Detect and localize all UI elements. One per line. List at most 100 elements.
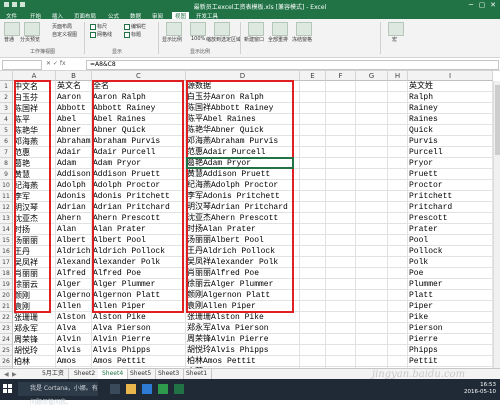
- table-cell[interactable]: [356, 180, 388, 191]
- row-header[interactable]: 10: [0, 180, 13, 191]
- table-cell[interactable]: Alfred: [56, 268, 92, 279]
- table-cell[interactable]: Pollock: [408, 246, 493, 257]
- table-cell[interactable]: [356, 92, 388, 103]
- table-cell[interactable]: Alger: [56, 279, 92, 290]
- table-cell[interactable]: Adam: [56, 158, 92, 169]
- table-cell[interactable]: [300, 290, 326, 301]
- table-cell[interactable]: [388, 323, 408, 334]
- table-cell[interactable]: Ahern: [56, 213, 92, 224]
- table-cell[interactable]: Raines: [408, 114, 493, 125]
- table-cell[interactable]: [356, 345, 388, 356]
- table-cell[interactable]: Alvis Phipps: [92, 345, 186, 356]
- table-cell[interactable]: Abel: [56, 114, 92, 125]
- table-cell[interactable]: Alston: [56, 312, 92, 323]
- column-header[interactable]: B: [56, 71, 92, 81]
- table-cell[interactable]: [388, 279, 408, 290]
- table-cell[interactable]: [300, 268, 326, 279]
- column-header[interactable]: E: [300, 71, 326, 81]
- table-cell[interactable]: [388, 81, 408, 92]
- table-cell[interactable]: [356, 279, 388, 290]
- row-header[interactable]: 11: [0, 191, 13, 202]
- table-cell[interactable]: [326, 147, 356, 158]
- table-cell[interactable]: Adonis: [56, 191, 92, 202]
- table-cell[interactable]: [356, 323, 388, 334]
- table-cell[interactable]: Purvis: [408, 136, 493, 147]
- table-cell[interactable]: Addison: [56, 169, 92, 180]
- sheet-tab[interactable]: Sheet3: [154, 369, 185, 379]
- table-cell[interactable]: [326, 136, 356, 147]
- sheet-tab[interactable]: Sheet2: [70, 369, 101, 379]
- table-cell[interactable]: [300, 202, 326, 213]
- table-cell[interactable]: [326, 191, 356, 202]
- table-cell[interactable]: Piper: [408, 301, 493, 312]
- column-header[interactable]: F: [326, 71, 356, 81]
- scrollbar-thumb[interactable]: [495, 85, 500, 155]
- table-cell[interactable]: Adair: [56, 147, 92, 158]
- table-cell[interactable]: [388, 345, 408, 356]
- table-cell[interactable]: [388, 103, 408, 114]
- table-cell[interactable]: Quick: [408, 125, 493, 136]
- table-cell[interactable]: [326, 345, 356, 356]
- table-cell[interactable]: [356, 290, 388, 301]
- table-cell[interactable]: [300, 323, 326, 334]
- table-cell[interactable]: [356, 235, 388, 246]
- table-cell[interactable]: Abraham: [56, 136, 92, 147]
- table-cell[interactable]: Pool: [408, 235, 493, 246]
- table-cell[interactable]: [388, 202, 408, 213]
- table-cell[interactable]: Alan: [56, 224, 92, 235]
- task-view-icon[interactable]: [110, 384, 120, 394]
- table-cell[interactable]: [356, 158, 388, 169]
- select-all-corner[interactable]: [0, 71, 13, 81]
- table-cell[interactable]: Platt: [408, 290, 493, 301]
- table-cell[interactable]: Polk: [408, 257, 493, 268]
- row-header[interactable]: 9: [0, 169, 13, 180]
- table-cell[interactable]: 张珊珊: [13, 312, 56, 323]
- zoom-selection-icon[interactable]: [214, 22, 230, 36]
- table-cell[interactable]: Pettit: [408, 356, 493, 367]
- row-header[interactable]: 20: [0, 290, 13, 301]
- table-cell[interactable]: [388, 257, 408, 268]
- table-cell[interactable]: [356, 301, 388, 312]
- table-cell[interactable]: [326, 312, 356, 323]
- zoom-icon[interactable]: [166, 22, 182, 36]
- row-header[interactable]: 12: [0, 202, 13, 213]
- table-cell[interactable]: [326, 235, 356, 246]
- tab-view[interactable]: 视图: [172, 12, 190, 20]
- wechat-icon[interactable]: [158, 384, 168, 394]
- table-cell[interactable]: Alvin Pierre: [92, 334, 186, 345]
- table-cell[interactable]: Pike: [408, 312, 493, 323]
- table-cell[interactable]: [388, 147, 408, 158]
- row-header[interactable]: 24: [0, 334, 13, 345]
- table-cell[interactable]: [300, 158, 326, 169]
- table-cell[interactable]: Albert: [56, 235, 92, 246]
- table-cell[interactable]: [356, 147, 388, 158]
- table-cell[interactable]: Alvis: [56, 345, 92, 356]
- row-header[interactable]: 22: [0, 312, 13, 323]
- column-header[interactable]: G: [356, 71, 388, 81]
- sheet-tab[interactable]: 5月工资: [38, 369, 69, 379]
- table-cell[interactable]: [300, 235, 326, 246]
- row-header[interactable]: 3: [0, 103, 13, 114]
- row-header[interactable]: 16: [0, 246, 13, 257]
- table-cell[interactable]: [326, 81, 356, 92]
- table-cell[interactable]: [300, 356, 326, 367]
- browser-icon[interactable]: [142, 384, 152, 394]
- table-cell[interactable]: Adrian: [56, 202, 92, 213]
- table-cell[interactable]: Phipps: [408, 345, 493, 356]
- table-cell[interactable]: [300, 345, 326, 356]
- table-cell[interactable]: [326, 334, 356, 345]
- minimize-button[interactable]: ─: [466, 1, 476, 9]
- table-cell[interactable]: Proctor: [408, 180, 493, 191]
- table-cell[interactable]: Plummer: [408, 279, 493, 290]
- table-cell[interactable]: 英文名: [56, 81, 92, 92]
- table-cell[interactable]: [326, 301, 356, 312]
- spreadsheet-grid[interactable]: A B C D E F G H I 1 中文名 英文名 全名 源数据 英文姓 2 白玉芬 Aaron Aaron R…: [0, 71, 500, 368]
- table-cell[interactable]: [356, 213, 388, 224]
- table-cell[interactable]: [356, 334, 388, 345]
- table-cell[interactable]: Alexander: [56, 257, 92, 268]
- table-cell[interactable]: [326, 257, 356, 268]
- table-cell[interactable]: [326, 180, 356, 191]
- table-cell[interactable]: 周荣锋: [13, 334, 56, 345]
- fx-icon[interactable]: ✕ ✓ fx: [46, 60, 66, 67]
- system-clock[interactable]: 16:53 2016-05-10: [464, 382, 496, 396]
